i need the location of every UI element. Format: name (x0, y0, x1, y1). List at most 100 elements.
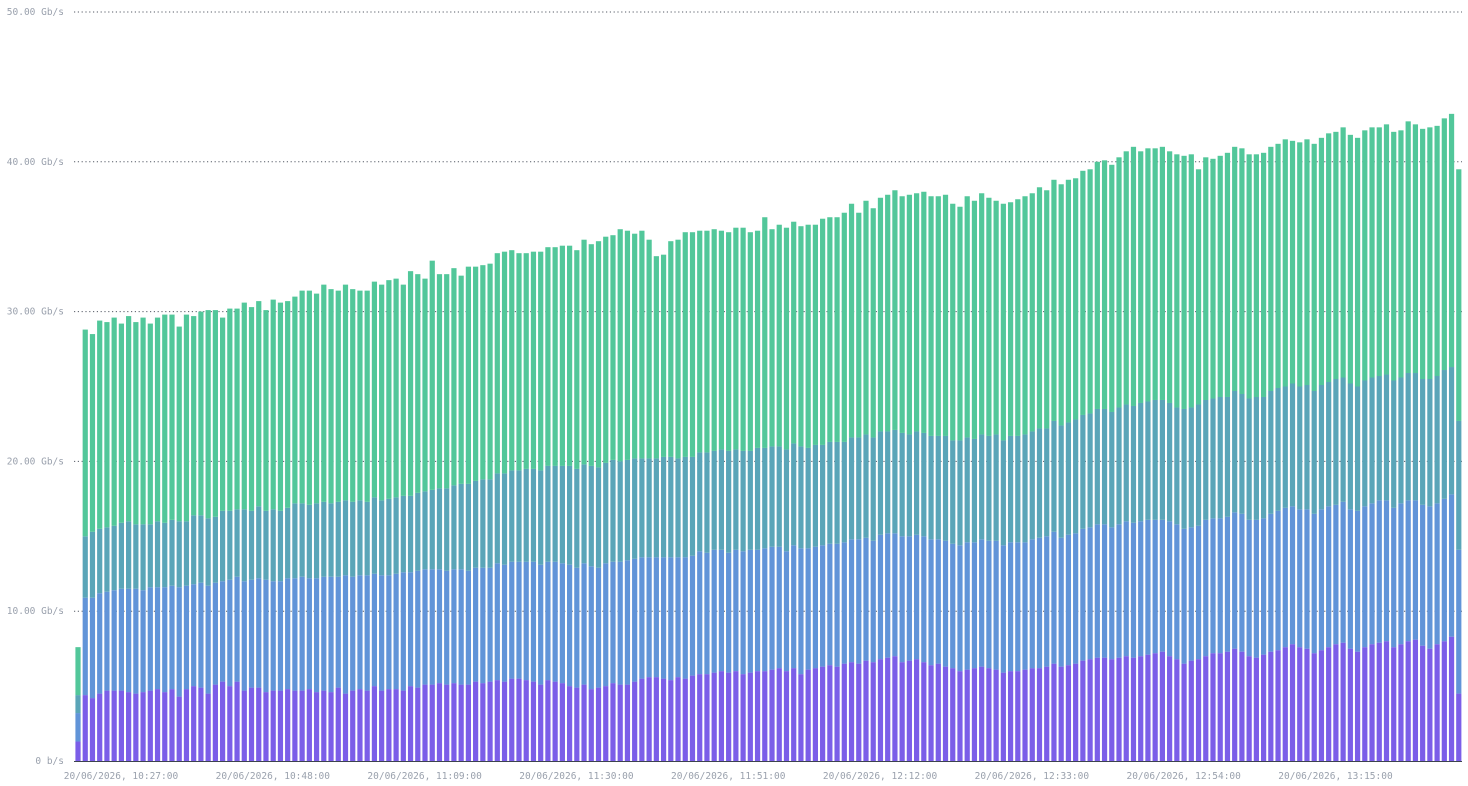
bar-segment-series-1 (726, 552, 732, 673)
bar-segment-series-1 (1015, 542, 1021, 672)
bar-segment-series-3 (1275, 143, 1281, 388)
bar-segment-series-0 (747, 672, 753, 761)
bar-segment-series-1 (957, 545, 963, 672)
bar-segment-series-2 (805, 447, 811, 549)
bar-segment-series-0 (791, 668, 797, 761)
bar-segment-series-0 (689, 675, 696, 761)
bar-segment-series-1 (1456, 549, 1462, 694)
bar-segment-series-0 (1340, 642, 1346, 761)
bar-segment-series-1 (653, 557, 659, 678)
bar-segment-series-2 (162, 522, 168, 588)
bar-segment-series-2 (689, 456, 696, 556)
bar-segment-series-1 (979, 539, 985, 667)
bar-segment-series-0 (256, 687, 262, 761)
bar-segment-series-2 (444, 488, 450, 571)
bar-segment-series-1 (97, 593, 103, 694)
bar-segment-series-0 (263, 692, 269, 761)
bar-segment-series-2 (530, 468, 537, 562)
bar-segment-series-0 (733, 671, 739, 761)
bar-segment-series-1 (436, 569, 443, 684)
bar-segment-series-0 (458, 684, 464, 761)
bar-segment-series-3 (1304, 139, 1310, 385)
bar-segment-series-1 (574, 567, 580, 688)
bar-segment-series-0 (1282, 647, 1288, 761)
bar-segment-series-0 (371, 686, 378, 761)
bar-segment-series-3 (407, 271, 414, 496)
bar-segment-series-1 (1311, 513, 1317, 654)
bar-segment-series-1 (227, 579, 233, 687)
bar-segment-series-3 (733, 227, 739, 450)
bar-segment-series-3 (870, 208, 876, 438)
bar-segment-series-1 (1326, 506, 1332, 648)
bar-segment-series-3 (342, 284, 349, 501)
bar-segment-series-1 (328, 576, 334, 693)
bar-segment-series-3 (162, 314, 168, 523)
bar-segment-series-3 (494, 253, 500, 474)
bar-segment-series-0 (82, 695, 88, 761)
bar-segment-series-3 (971, 200, 978, 439)
bar-segment-series-0 (111, 690, 117, 761)
bar-segment-series-2 (1347, 383, 1353, 510)
bar-segment-series-1 (1282, 507, 1288, 648)
bar-segment-series-1 (624, 560, 631, 685)
bar-segment-series-3 (1297, 142, 1303, 387)
bar-segment-series-3 (942, 194, 949, 436)
bar-segment-series-3 (509, 250, 515, 471)
bar-segment-series-3 (1318, 137, 1325, 385)
bar-segment-series-3 (783, 227, 790, 450)
bar-segment-series-1 (682, 557, 688, 679)
bar-segment-series-0 (335, 687, 341, 761)
bar-segment-series-3 (1224, 152, 1231, 397)
bar-segment-series-3 (1022, 196, 1028, 435)
bar-segment-series-3 (147, 323, 153, 525)
bar-segment-series-1 (335, 576, 341, 688)
bar-segment-series-1 (1094, 524, 1100, 658)
bar-segment-series-1 (364, 575, 370, 691)
bar-segment-series-2 (1412, 373, 1419, 501)
bar-segment-series-1 (552, 561, 558, 682)
bar-segment-series-1 (1340, 501, 1346, 643)
bar-segment-series-0 (610, 683, 616, 761)
bar-segment-series-2 (1427, 379, 1433, 507)
bar-segment-series-3 (574, 250, 580, 469)
bar-segment-series-1 (798, 548, 804, 675)
bar-segment-series-2 (1340, 377, 1346, 502)
bar-segment-series-2 (950, 440, 956, 544)
bar-segment-series-2 (1420, 379, 1426, 505)
bar-segment-series-2 (885, 431, 891, 534)
bar-segment-series-2 (1138, 402, 1144, 522)
bar-segment-series-1 (1333, 504, 1339, 645)
x-tick-label: 20/06/2026, 11:09:00 (367, 771, 482, 782)
bar-segment-series-3 (1000, 203, 1006, 441)
bar-segment-series-2 (1203, 399, 1209, 520)
bar-segment-series-0 (1159, 651, 1165, 761)
bar-segment-series-3 (610, 235, 616, 460)
bar-segment-series-1 (885, 533, 891, 658)
bar-segment-series-0 (1203, 656, 1209, 761)
bar-segment-series-3 (718, 230, 725, 450)
bar-segment-series-3 (1448, 113, 1455, 368)
bar-segment-series-3 (1051, 179, 1057, 421)
bar-segment-series-2 (798, 446, 804, 549)
bar-segment-series-0 (877, 659, 884, 761)
bar-segment-series-2 (979, 434, 985, 540)
bar-segment-series-0 (176, 696, 182, 761)
bar-segment-series-0 (422, 684, 428, 761)
bar-segment-series-3 (1282, 139, 1288, 387)
bar-segment-series-3 (964, 196, 970, 438)
bar-segment-series-3 (906, 194, 912, 435)
bar-segment-series-3 (1167, 151, 1173, 403)
bar-segment-series-3 (422, 278, 428, 492)
bar-segment-series-3 (538, 251, 544, 471)
bar-segment-series-2 (126, 521, 132, 589)
bar-segment-series-3 (1152, 148, 1158, 400)
bar-segment-series-2 (1362, 380, 1368, 507)
bar-segment-series-0 (834, 666, 840, 761)
bar-segment-series-0 (740, 674, 746, 761)
bar-segment-series-0 (1051, 663, 1057, 761)
bar-segment-series-0 (1000, 672, 1006, 761)
bar-segment-series-1 (501, 564, 508, 682)
bar-segment-series-0 (429, 684, 435, 761)
bar-segment-series-1 (1145, 519, 1151, 655)
bar-segment-series-0 (595, 687, 602, 761)
